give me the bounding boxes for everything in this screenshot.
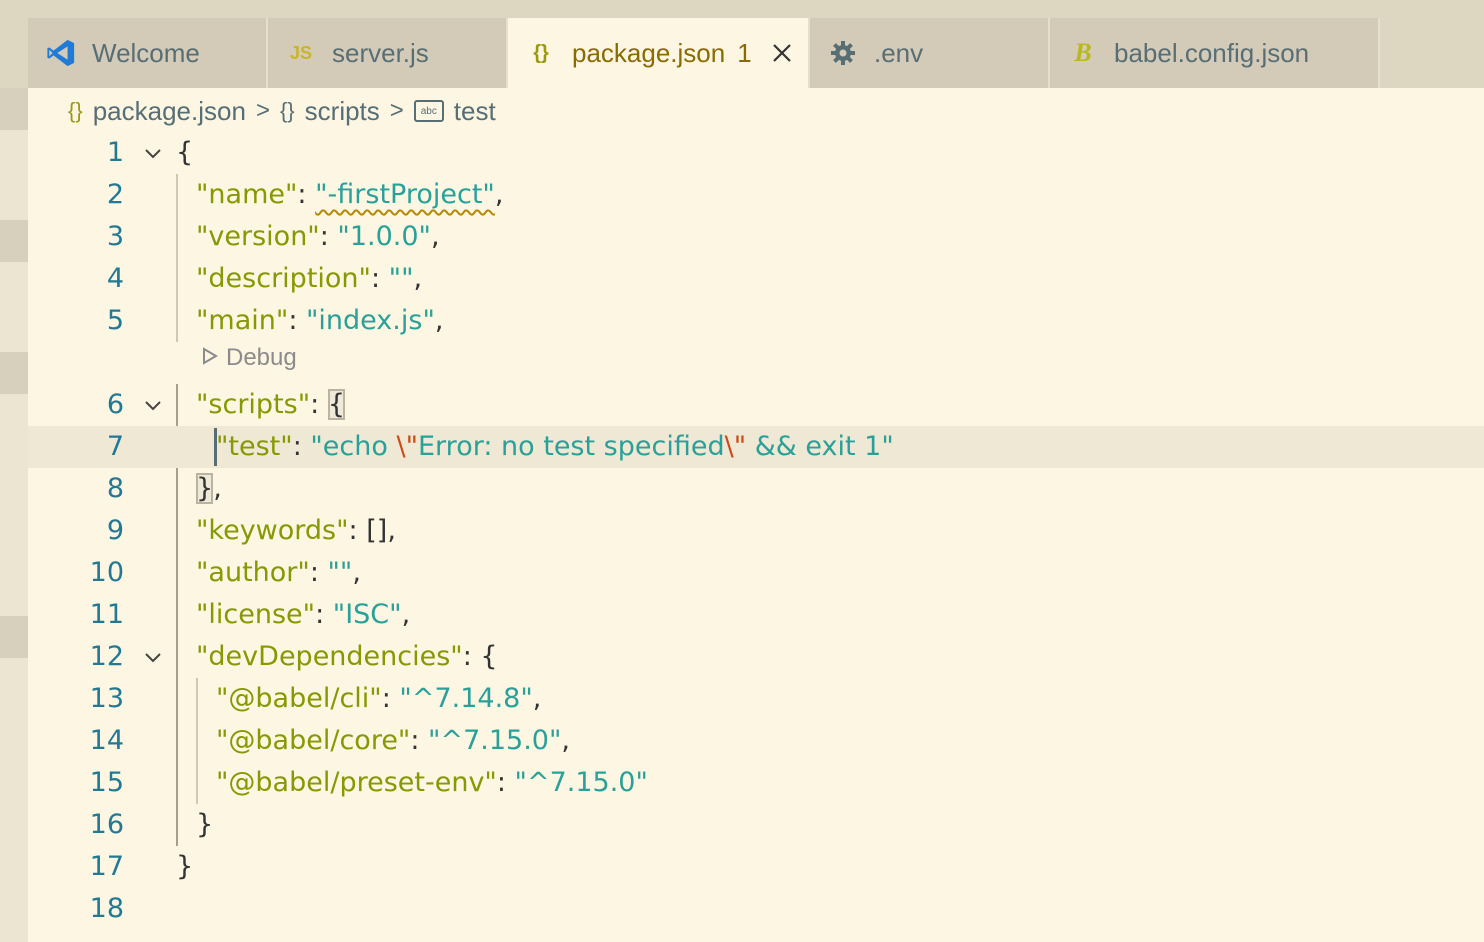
code-text: "name": "-firstProject", — [196, 179, 504, 210]
tab-server-js[interactable]: JS server.js — [268, 18, 508, 88]
code-editor[interactable]: {} package.json > {} scripts > abc test … — [28, 88, 1484, 942]
line-number: 12 — [89, 641, 124, 672]
code-line[interactable]: 10 "author": "", — [28, 552, 1484, 594]
line-number: 10 — [89, 557, 124, 588]
chevron-right-icon: > — [255, 97, 270, 124]
line-number: 7 — [106, 431, 124, 462]
code-text: "@babel/core": "^7.15.0", — [216, 725, 570, 756]
left-margin-strip — [0, 88, 28, 942]
code-line[interactable]: 14 "@babel/core": "^7.15.0", — [28, 720, 1484, 762]
code-line[interactable]: 6 "scripts": { — [28, 384, 1484, 426]
tab-package-json[interactable]: {} package.json 1 — [508, 18, 810, 88]
debug-codelens[interactable]: Debug — [202, 340, 297, 376]
code-line[interactable]: 12 "devDependencies": { — [28, 636, 1484, 678]
line-number: 15 — [89, 767, 124, 798]
code-line[interactable]: 17 } — [28, 846, 1484, 888]
code-text: "devDependencies": { — [196, 641, 498, 672]
code-line[interactable]: 9 "keywords": [], — [28, 510, 1484, 552]
bracket-match: } — [196, 473, 214, 504]
tab-label: babel.config.json — [1114, 37, 1310, 68]
code-text: { — [176, 137, 194, 168]
code-text: "license": "ISC", — [196, 599, 411, 630]
tab-bar: Welcome JS server.js {} package.json 1 .… — [28, 18, 1484, 88]
code-line[interactable]: 1 { — [28, 132, 1484, 174]
code-line[interactable]: 4 "description": "", — [28, 258, 1484, 300]
line-number: 4 — [106, 263, 124, 294]
tab-label: Welcome — [92, 37, 200, 68]
json-braces-icon: {} — [68, 98, 83, 123]
line-number: 16 — [89, 809, 124, 840]
gear-icon — [828, 38, 858, 68]
line-number: 9 — [106, 515, 124, 546]
code-text: "@babel/cli": "^7.14.8", — [216, 683, 542, 714]
json-braces-icon: {} — [533, 41, 549, 64]
bracket-match: { — [327, 389, 346, 420]
vscode-logo-icon — [46, 38, 76, 68]
line-number: 5 — [106, 305, 124, 336]
tab-label: package.json — [572, 37, 726, 68]
code-text: } — [176, 851, 194, 882]
tab-welcome[interactable]: Welcome — [28, 18, 268, 88]
warning-squiggle: "-firstProject" — [315, 179, 495, 210]
code-text: }, — [196, 473, 222, 504]
js-file-icon: JS — [289, 42, 313, 63]
code-line[interactable]: 2 "name": "-firstProject", — [28, 174, 1484, 216]
line-number: 14 — [89, 725, 124, 756]
code-line[interactable]: 18 — [28, 888, 1484, 930]
code-text: "keywords": [], — [196, 515, 396, 546]
line-number: 18 — [89, 893, 124, 924]
breadcrumb-file[interactable]: package.json — [93, 96, 246, 127]
line-number: 6 — [106, 389, 124, 420]
close-icon[interactable] — [770, 41, 794, 65]
code-text: "author": "", — [196, 557, 361, 588]
line-number: 8 — [106, 473, 124, 504]
code-text: "scripts": { — [196, 389, 346, 420]
chevron-down-icon[interactable] — [142, 394, 164, 416]
minimap-marker — [0, 616, 28, 658]
window-top-strip — [0, 0, 1484, 18]
code-line-current[interactable]: 7 "test": "echo \"Error: no test specifi… — [28, 426, 1484, 468]
code-line[interactable]: 11 "license": "ISC", — [28, 594, 1484, 636]
babel-icon: B — [1074, 38, 1092, 67]
line-number: 13 — [89, 683, 124, 714]
line-number: 2 — [106, 179, 124, 210]
minimap-marker — [0, 352, 28, 394]
code-line[interactable]: 3 "version": "1.0.0", — [28, 216, 1484, 258]
code-text: "main": "index.js", — [196, 305, 444, 336]
minimap-marker — [0, 88, 28, 130]
code-line[interactable]: 15 "@babel/preset-env": "^7.15.0" — [28, 762, 1484, 804]
code-text: "description": "", — [196, 263, 423, 294]
breadcrumb-scope[interactable]: scripts — [305, 96, 380, 127]
string-property-icon: abc — [413, 100, 444, 122]
object-braces-icon: {} — [279, 98, 295, 123]
breadcrumb: {} package.json > {} scripts > abc test — [68, 94, 496, 128]
code-line[interactable]: 16 } — [28, 804, 1484, 846]
tab-babel-config[interactable]: B babel.config.json — [1050, 18, 1380, 88]
line-number: 11 — [89, 599, 124, 630]
line-number: 1 — [106, 137, 124, 168]
code-line[interactable]: 8 }, — [28, 468, 1484, 510]
code-line[interactable]: 13 "@babel/cli": "^7.14.8", — [28, 678, 1484, 720]
code-text: "version": "1.0.0", — [196, 221, 440, 252]
breadcrumb-property[interactable]: test — [454, 96, 496, 127]
codelens-label: Debug — [226, 344, 297, 371]
code-text: } — [196, 809, 214, 840]
code-text: "@babel/preset-env": "^7.15.0" — [216, 767, 648, 798]
chevron-down-icon[interactable] — [142, 646, 164, 668]
problems-count: 1 — [737, 37, 752, 68]
minimap-marker — [0, 220, 28, 262]
chevron-right-icon: > — [389, 97, 404, 124]
tab-label: server.js — [332, 37, 429, 68]
line-number: 3 — [106, 221, 124, 252]
chevron-down-icon[interactable] — [142, 142, 164, 164]
tab-env[interactable]: .env — [810, 18, 1050, 88]
code-line[interactable]: 5 "main": "index.js", — [28, 300, 1484, 342]
code-text: "test": "echo \"Error: no test specified… — [216, 431, 894, 462]
text-cursor — [214, 428, 217, 466]
line-number: 17 — [89, 851, 124, 882]
tab-label: .env — [874, 37, 924, 68]
play-icon — [202, 346, 218, 370]
